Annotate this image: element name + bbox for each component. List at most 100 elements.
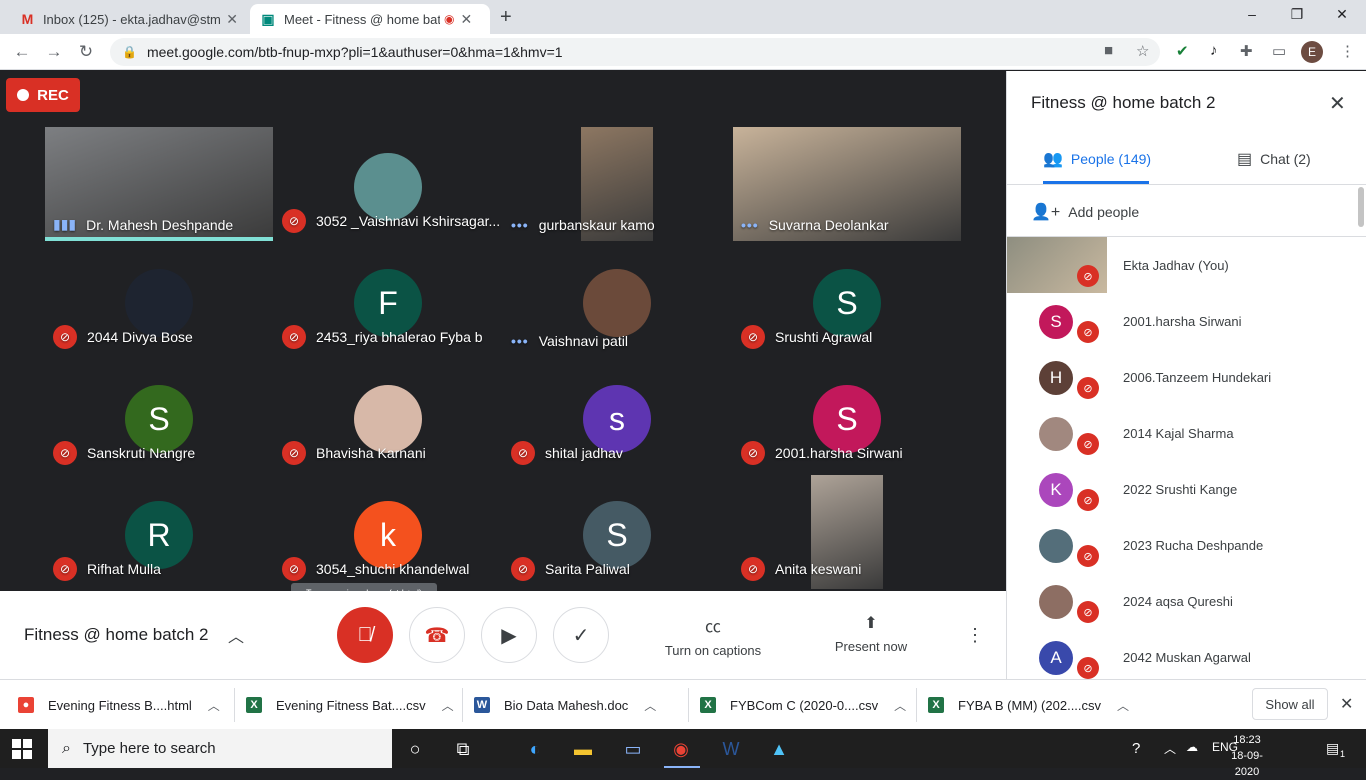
desktop-app-icon[interactable]: ▭ [620, 737, 646, 761]
camera-icon[interactable]: ■ [1104, 42, 1113, 59]
participant-tile[interactable]: ••• Suvarna Deolankar [733, 127, 961, 241]
close-icon[interactable]: ✕ [1329, 91, 1346, 116]
hang-up-icon: ☎ [424, 624, 450, 647]
chevron-up-icon[interactable]: ︿ [442, 697, 454, 714]
tab-meet[interactable]: ▣ Meet - Fitness @ home batc ◉ ✕ [250, 4, 490, 34]
microphone-button[interactable]: 🎙̸ [337, 607, 393, 663]
participant-name: 2022 Srushti Kange [1123, 482, 1238, 497]
participant-tile[interactable]: ⊘ Bhavisha Karnani [274, 359, 502, 473]
notification-icon[interactable]: ▤ [1326, 740, 1339, 757]
chevron-up-icon[interactable]: ︿ [1164, 740, 1176, 757]
word-taskbar-icon[interactable]: W [718, 737, 744, 761]
close-icon[interactable]: ✕ [460, 11, 472, 28]
list-item[interactable]: ⊘ 2014 Kajal Sharma [1007, 405, 1366, 461]
chevron-up-icon[interactable]: ︿ [644, 697, 656, 714]
tab-people[interactable]: 👥 People (149) [1043, 149, 1151, 169]
close-icon[interactable]: ✕ [226, 11, 238, 28]
chevron-up-icon[interactable]: ︿ [208, 697, 220, 714]
taskbar-search-input[interactable]: ⌕ Type here to search [48, 729, 392, 768]
url-input[interactable]: 🔒 meet.google.com/btb-fnup-mxp?pli=1&aut… [110, 38, 1160, 66]
participant-tile[interactable]: k ⊘ 3054_shuchi khandelwal [274, 475, 502, 589]
chevron-up-icon[interactable]: ︿ [228, 623, 244, 647]
audio-level-icon: ••• [511, 217, 529, 233]
leave-call-button[interactable]: ☎ [409, 607, 465, 663]
chrome-taskbar-icon[interactable]: ◉ [668, 737, 694, 761]
meeting-title[interactable]: Fitness @ home batch 2 [24, 625, 209, 645]
download-item[interactable]: X Evening Fitness Bat....csv ︿ [246, 680, 454, 730]
tab-title: Inbox (125) - ekta.jadhav@stmira [42, 11, 221, 27]
participant-tile[interactable]: R ⊘ Rifhat Mulla [45, 475, 273, 589]
download-item[interactable]: ● Evening Fitness B....html ︿ [18, 680, 220, 730]
participant-tile[interactable]: ••• gurbanskaur kamo [503, 127, 731, 241]
participant-tile[interactable]: ⊘ 2044 Divya Bose [45, 243, 273, 357]
participant-tile[interactable]: s ⊘ shital jadhav [503, 359, 731, 473]
new-tab-button[interactable]: + [500, 6, 512, 29]
list-item[interactable]: A ⊘ 2042 Muskan Agarwal [1007, 629, 1366, 679]
participant-tile[interactable]: ⊘ Anita keswani [733, 475, 961, 589]
list-item[interactable]: ⊘ 2023 Rucha Deshpande [1007, 517, 1366, 573]
list-item[interactable]: K ⊘ 2022 Srushti Kange [1007, 461, 1366, 517]
task-view-icon[interactable]: ⧉ [450, 737, 476, 761]
tab-gmail[interactable]: M Inbox (125) - ekta.jadhav@stmira ✕ [10, 4, 248, 34]
check-extension-icon[interactable]: ✔ [1176, 42, 1189, 60]
help-icon[interactable]: ? [1132, 740, 1140, 757]
clock-date: 18-09-2020 [1231, 750, 1263, 778]
mic-off-icon: ⊘ [53, 441, 77, 465]
participant-tile[interactable]: S ⊘ Sarita Paliwal [503, 475, 731, 589]
participant-name: Bhavisha Karnani [316, 445, 426, 461]
edge-icon[interactable]: ◐ [522, 737, 548, 761]
close-icon[interactable]: ✕ [1340, 694, 1353, 714]
participant-tile[interactable]: S ⊘ Sanskruti Nangre [45, 359, 273, 473]
participant-tile[interactable]: ⊘ 3052 _Vaishnavi Kshirsagar... [274, 127, 502, 241]
show-all-button[interactable]: Show all [1252, 688, 1328, 720]
present-button[interactable]: ⬆ Present now [828, 613, 914, 654]
recording-indicator-icon: ◉ [444, 12, 455, 26]
mic-off-icon: ⊘ [741, 325, 765, 349]
scrollbar[interactable] [1358, 187, 1364, 227]
avatar [1039, 529, 1073, 563]
list-item[interactable]: H ⊘ 2006.Tanzeem Hundekari [1007, 349, 1366, 405]
star-icon[interactable]: ☆ [1136, 42, 1149, 60]
file-explorer-icon[interactable]: ▬ [570, 737, 596, 761]
list-item[interactable]: ⊘ 2024 aqsa Qureshi [1007, 573, 1366, 629]
list-item[interactable]: ⊘ Ekta Jadhav (You) [1007, 237, 1366, 293]
participant-tile[interactable]: S ⊘ Srushti Agrawal [733, 243, 961, 357]
onedrive-icon[interactable]: ☁ [1186, 740, 1198, 754]
reload-icon[interactable]: ↻ [76, 42, 96, 62]
forward-icon[interactable]: → [44, 42, 64, 62]
chevron-up-icon[interactable]: ︿ [1117, 697, 1129, 714]
minimize-icon[interactable]: – [1242, 6, 1262, 22]
list-item[interactable]: S ⊘ 2001.harsha Sirwani [1007, 293, 1366, 349]
participant-tile[interactable]: S ⊘ 2001.harsha Sirwani [733, 359, 961, 473]
menu-icon[interactable]: ⋮ [1340, 42, 1355, 60]
download-item[interactable]: X FYBCom C (2020-0....csv ︿ [700, 680, 906, 730]
participant-name-tag: ▮▮▮ Dr. Mahesh Deshpande [53, 216, 233, 233]
photos-icon[interactable]: ▲ [766, 737, 792, 761]
back-icon[interactable]: ← [12, 42, 32, 62]
add-people-button[interactable]: 👤+ Add people [1031, 202, 1139, 222]
participant-tile[interactable]: ▮▮▮ Dr. Mahesh Deshpande [45, 127, 273, 241]
mic-off-icon: ⊘ [1077, 489, 1099, 511]
puzzle-icon[interactable]: ✚ [1240, 42, 1253, 60]
tab-chat[interactable]: ▤ Chat (2) [1237, 149, 1311, 169]
more-options-icon[interactable]: ⋮ [966, 625, 984, 646]
chevron-up-icon[interactable]: ︿ [894, 697, 906, 714]
maximize-icon[interactable]: ❐ [1287, 6, 1307, 23]
cortana-icon[interactable]: ○ [402, 737, 428, 761]
participant-tile[interactable]: F ⊘ 2453_riya bhalerao Fyba b [274, 243, 502, 357]
cast-icon[interactable]: ▭ [1272, 42, 1286, 60]
camera-button[interactable]: ▶ [481, 607, 537, 663]
extension-icon[interactable]: ♪ [1210, 42, 1218, 59]
avatar[interactable]: E [1301, 41, 1323, 63]
clock[interactable]: 18:23 18-09-2020 [1222, 732, 1272, 780]
download-item[interactable]: X FYBA B (MM) (202....csv ︿ [928, 680, 1129, 730]
captions-button[interactable]: ㏄ Turn on captions [660, 613, 766, 658]
extension-check-button[interactable]: ✓ [553, 607, 609, 663]
mic-off-icon: ⊘ [511, 441, 535, 465]
tab-label: Chat (2) [1260, 151, 1311, 167]
window-close-icon[interactable]: ✕ [1332, 6, 1352, 23]
download-item[interactable]: W Bio Data Mahesh.doc ︿ [474, 680, 656, 730]
windows-start-icon[interactable] [12, 739, 32, 759]
participant-tile[interactable]: ••• Vaishnavi patil [503, 243, 731, 357]
meet-icon: ▣ [261, 10, 275, 27]
